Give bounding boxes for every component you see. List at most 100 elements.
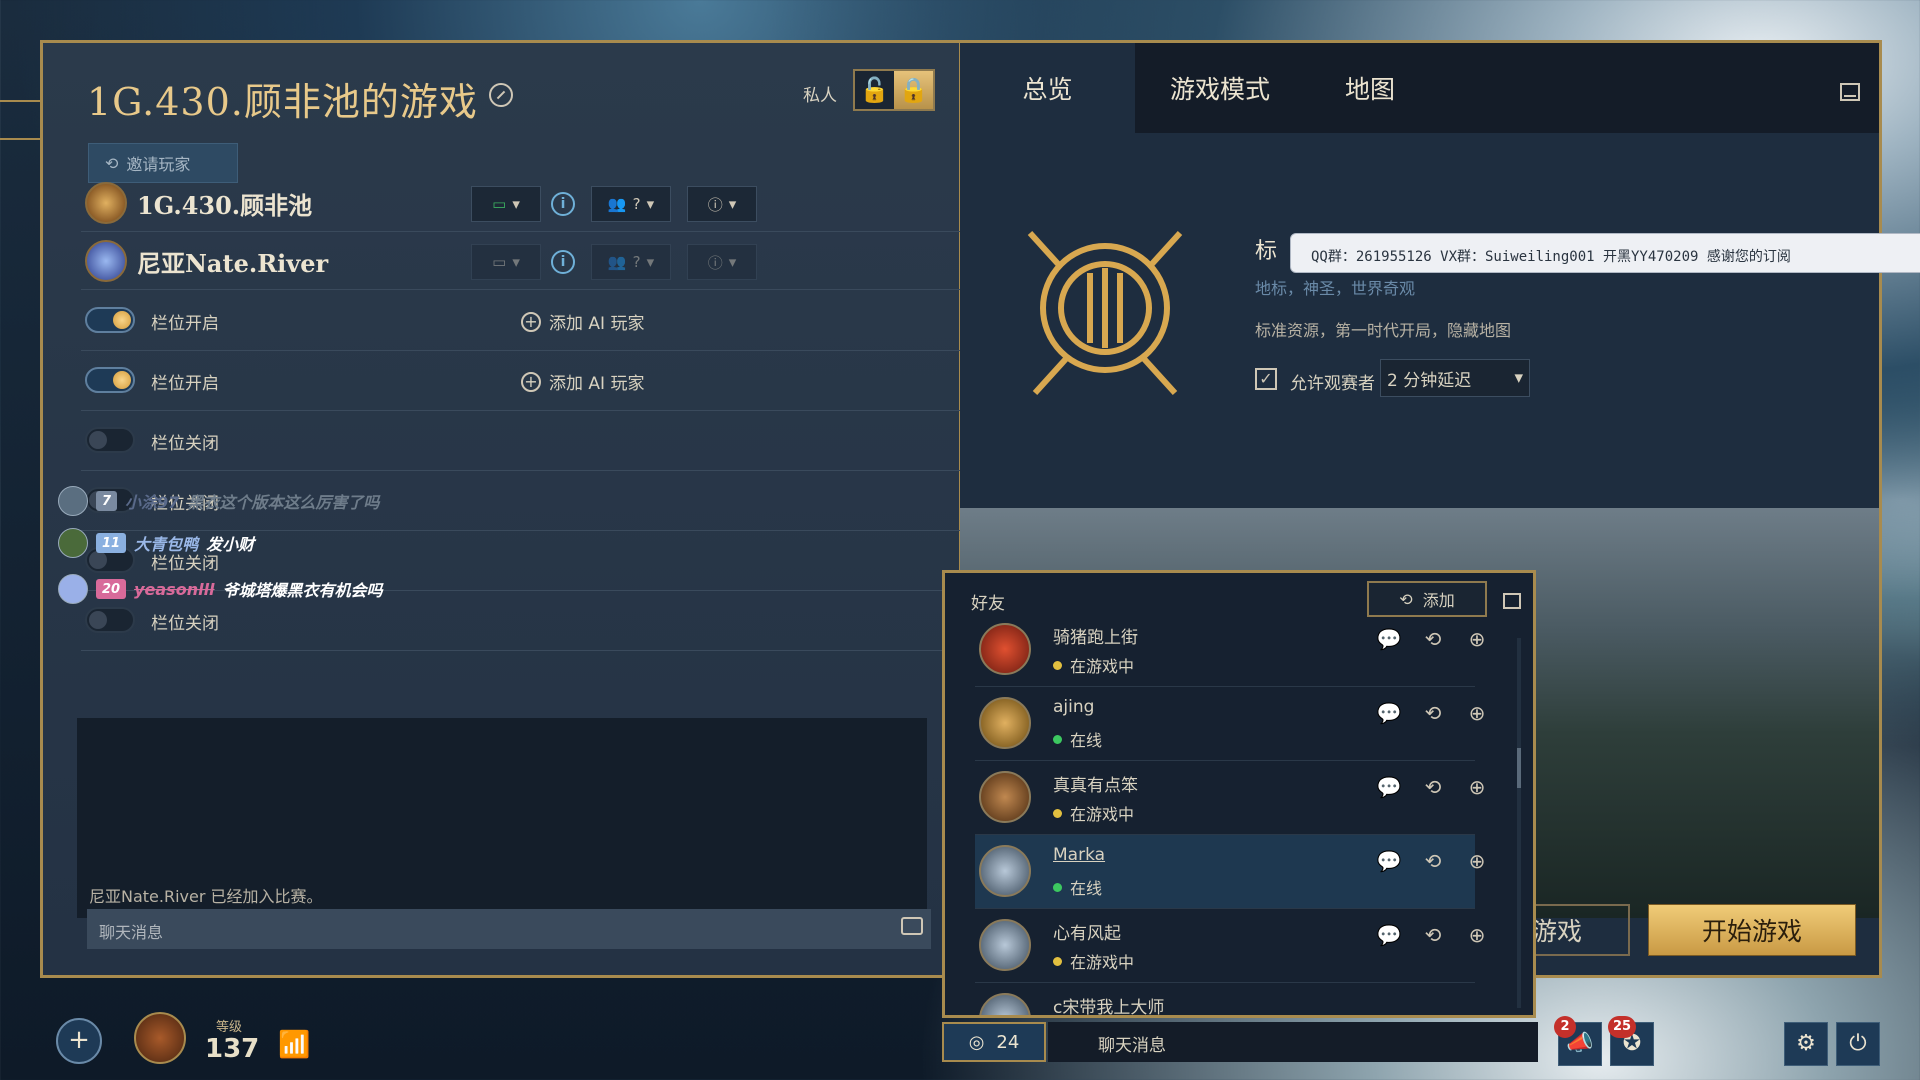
notification-badge: 25 (1608, 1016, 1636, 1038)
friend-list-item[interactable]: 骑猪跑上街 在游戏中 💬 ⟲ ⊕ (975, 613, 1485, 687)
friend-name: ajing (1053, 697, 1095, 717)
leave-game-label: 游戏 (1532, 917, 1583, 946)
handicap-dropdown[interactable]: ⓘ ▾ (687, 186, 757, 222)
chat-user: 小涂97 (125, 493, 180, 512)
player-name: 1G.430.顾非池 (137, 191, 313, 220)
unlock-icon[interactable]: 🔓 (855, 71, 894, 109)
scrollbar-thumb[interactable] (1517, 748, 1521, 788)
social-plus-button[interactable]: + (56, 1018, 102, 1064)
friend-list-item[interactable]: ajing 在线 💬 ⟲ ⊕ (975, 687, 1485, 761)
chevron-down-icon: ▾ (646, 195, 655, 213)
chat-input[interactable]: 聊天消息 (87, 909, 931, 949)
avatar (979, 697, 1031, 749)
lobby-title: 1G.430.顾非池的游戏 (87, 80, 478, 124)
handicap-dropdown: ⓘ ▾ (687, 244, 757, 280)
allow-spectators-checkbox[interactable]: ✓ (1255, 368, 1277, 390)
wifi-icon: 📶 (278, 1030, 311, 1060)
friend-name[interactable]: Marka (1053, 845, 1105, 865)
avatar (979, 919, 1031, 971)
slot-toggle[interactable] (85, 367, 135, 393)
profile-avatar[interactable] (134, 1012, 186, 1064)
friends-online-count: 24 (996, 1031, 1020, 1053)
level-badge: 7 (96, 491, 118, 511)
level-badge: 20 (96, 579, 127, 599)
team-icon: 👥 (607, 253, 627, 271)
player-avatar (85, 240, 127, 282)
friend-name: 真真有点笨 (1053, 776, 1138, 796)
leave-game-button[interactable]: 游戏 (1530, 904, 1630, 956)
map-subtitle: 地标，神圣，世界奇观 (1255, 279, 1416, 298)
chat-icon[interactable]: 💬 (1375, 923, 1403, 947)
add-friend-button[interactable]: ⟲ 添加 (1367, 581, 1487, 617)
chat-bubble-icon[interactable] (901, 917, 923, 935)
add-ai-label: 添加 AI 玩家 (549, 314, 645, 334)
friend-name: 心有风起 (1053, 924, 1121, 944)
friends-toggle-button[interactable]: ◎ 24 (942, 1022, 1046, 1062)
friend-list-item[interactable]: c宋带我上大师 (975, 983, 1475, 1015)
chevron-down-icon: ▾ (512, 195, 520, 213)
slot-row: 栏位关闭 (81, 411, 961, 471)
add-to-party-icon[interactable]: ⊕ (1463, 701, 1491, 725)
friend-actions: 💬 ⟲ ⊕ (1375, 923, 1491, 947)
friend-list-item[interactable]: Marka 在线 💬 ⟲ ⊕ (975, 835, 1485, 909)
player-row: 尼亚Nate.River ▭▾ i 👥?▾ ⓘ▾ ✕ (81, 232, 984, 290)
avatar (979, 993, 1031, 1015)
avatar (58, 486, 88, 516)
private-lock-toggle[interactable]: 🔓 🔒 (853, 69, 935, 111)
civ-dropdown[interactable]: ▭ ▾ (471, 186, 541, 222)
tab-game-mode[interactable]: 游戏模式 (1135, 43, 1305, 133)
team-value: ? (632, 253, 641, 271)
slot-toggle[interactable] (85, 427, 135, 453)
team-dropdown[interactable]: 👥? ▾ (591, 186, 671, 222)
tab-bar: 总览 游戏模式 地图 (960, 43, 1879, 133)
info-icon[interactable]: i (551, 192, 575, 216)
status-text: 在游戏中 (1070, 657, 1135, 676)
minimize-icon[interactable] (1503, 593, 1521, 609)
map-settings-summary: 标准资源，第一时代开局，隐藏地图 (1255, 321, 1512, 340)
chat-icon[interactable]: 💬 (1375, 775, 1403, 799)
bottom-chat-button[interactable]: 聊天消息 (1048, 1022, 1538, 1062)
chat-icon[interactable]: 💬 (1375, 849, 1403, 873)
chat-icon[interactable]: 💬 (1375, 701, 1403, 725)
spectator-delay-dropdown[interactable]: 2 分钟延迟 ▾ (1380, 359, 1530, 397)
invite-icon[interactable]: ⟲ (1419, 775, 1447, 799)
friends-title: 好友 (971, 594, 1005, 614)
power-icon[interactable]: ⏻ (1836, 1022, 1880, 1066)
team-icon: 👥 (607, 195, 627, 213)
friend-list-item[interactable]: 真真有点笨 在游戏中 💬 ⟲ ⊕ (975, 761, 1485, 835)
slot-toggle[interactable] (85, 607, 135, 633)
gear-icon[interactable]: ⚙ (1784, 1022, 1828, 1066)
lock-icon[interactable]: 🔒 (894, 71, 933, 109)
player-row: 1G.430.顾非池 ▭ ▾ i 👥? ▾ ⓘ ▾ (81, 174, 961, 232)
info-icon[interactable]: i (551, 250, 575, 274)
level-label: 等级 (216, 1020, 243, 1035)
friends-scrollbar[interactable] (1517, 638, 1521, 1008)
invite-icon[interactable]: ⟲ (1419, 849, 1447, 873)
add-to-party-icon[interactable]: ⊕ (1463, 923, 1491, 947)
invite-icon[interactable]: ⟲ (1419, 923, 1447, 947)
level-badge: 11 (96, 533, 127, 553)
chevron-down-icon: ▾ (512, 253, 520, 271)
add-to-party-icon[interactable]: ⊕ (1463, 627, 1491, 651)
friend-list-item[interactable]: 心有风起 在游戏中 💬 ⟲ ⊕ (975, 909, 1485, 983)
tab-overview[interactable]: 总览 (960, 43, 1135, 133)
invite-icon[interactable]: ⟲ (1419, 701, 1447, 725)
add-to-party-icon[interactable]: ⊕ (1463, 775, 1491, 799)
start-game-button[interactable]: 开始游戏 (1648, 904, 1856, 956)
bottom-chat-label: 聊天消息 (1098, 1036, 1166, 1056)
add-to-party-icon[interactable]: ⊕ (1463, 849, 1491, 873)
slot-toggle[interactable] (85, 307, 135, 333)
overlay-chat-line: 11 大青包鸭 发小财 (58, 528, 254, 558)
edit-icon[interactable] (489, 83, 513, 107)
plus-icon: + (521, 311, 541, 332)
minimize-icon[interactable] (1840, 83, 1860, 101)
status-text: 在游戏中 (1070, 953, 1135, 972)
tab-map[interactable]: 地图 (1305, 43, 1435, 133)
chat-icon[interactable]: 💬 (1375, 627, 1403, 651)
add-ai-button[interactable]: + 添加 AI 玩家 (521, 369, 644, 394)
add-ai-button[interactable]: + 添加 AI 玩家 (521, 309, 644, 334)
invite-icon[interactable]: ⟲ (1419, 627, 1447, 651)
slot-row: 栏位开启 + 添加 AI 玩家 (81, 291, 961, 351)
question-icon: ⓘ (707, 195, 723, 214)
allow-spectators-label: 允许观赛者 (1290, 374, 1375, 394)
